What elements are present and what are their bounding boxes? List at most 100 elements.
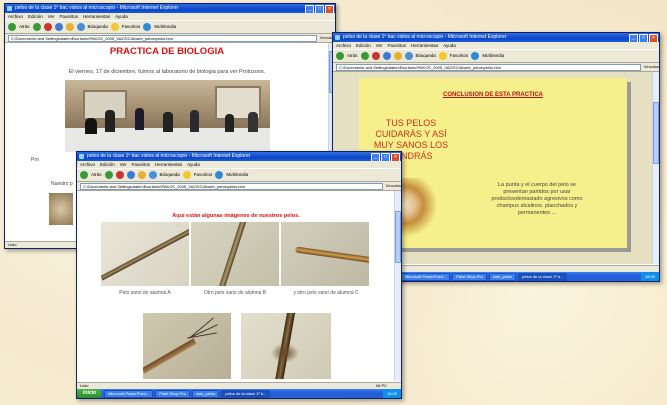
ie-icon <box>79 154 84 159</box>
menu-tools[interactable]: Herramientas <box>411 43 438 48</box>
menu-bar: Archivo Edición Ver Favoritos Herramientas Ay… <box>77 161 401 168</box>
hair-micrograph-a <box>101 222 189 286</box>
taskbar-item[interactable]: Microsoft PowerPoint... <box>104 389 154 398</box>
search-icon[interactable] <box>148 171 157 179</box>
minimize-button[interactable]: _ <box>305 5 314 13</box>
menu-help[interactable]: Ayuda <box>187 162 200 167</box>
maximize-button[interactable]: □ <box>639 34 648 42</box>
multimedia-label[interactable]: Multimedia <box>154 21 176 33</box>
address-input[interactable]: C:\Documents and Settings\dalen\Escritor… <box>336 63 641 71</box>
favorites-icon[interactable] <box>182 171 191 179</box>
scrollbar[interactable] <box>652 72 659 264</box>
menu-edit[interactable]: Edición <box>356 43 371 48</box>
address-input[interactable]: C:\Documents and Settings\dalen\Escritor… <box>8 34 317 42</box>
multimedia-label[interactable]: Multimedia <box>226 169 248 181</box>
taskbar-item[interactable]: pelos de la clase 1º b... <box>518 272 568 281</box>
maximize-button[interactable]: □ <box>315 5 324 13</box>
favorites-icon[interactable] <box>438 52 447 60</box>
menu-favorites[interactable]: Favoritos <box>60 14 79 19</box>
close-button[interactable]: × <box>391 153 400 161</box>
toolbar: Atrás Búsqueda Favoritos Multimedia <box>77 168 401 182</box>
search-label[interactable]: Búsqueda <box>88 21 108 33</box>
close-button[interactable]: × <box>325 5 334 13</box>
menu-tools[interactable]: Herramientas <box>155 162 182 167</box>
search-label[interactable]: Búsqueda <box>416 50 436 62</box>
menu-help[interactable]: Ayuda <box>443 43 456 48</box>
favorites-label[interactable]: Favoritos <box>122 21 141 33</box>
close-button[interactable]: × <box>649 34 658 42</box>
window-titlebar[interactable]: pelos de la clase 1º bac vistos al micro… <box>333 33 659 42</box>
menu-file[interactable]: Archivo <box>336 43 351 48</box>
multimedia-icon[interactable] <box>143 23 152 31</box>
back-label[interactable]: Atrás <box>19 21 30 33</box>
window-titlebar[interactable]: pelos de la clase 1º bac vistos al micro… <box>77 152 401 161</box>
favorites-icon[interactable] <box>110 23 119 31</box>
window-titlebar[interactable]: pelos de la clase 1º bac vistos al micro… <box>5 4 335 13</box>
minimize-button[interactable]: _ <box>371 153 380 161</box>
menu-file[interactable]: Archivo <box>80 162 95 167</box>
taskbar-item[interactable]: web_pelos <box>192 389 220 398</box>
menu-view[interactable]: Ver <box>376 43 383 48</box>
home-icon[interactable] <box>393 52 402 60</box>
address-bar: C:\Documents and Settings\dalen\Escritor… <box>5 34 335 43</box>
menu-tools[interactable]: Herramientas <box>83 14 110 19</box>
menu-bar: Archivo Edición Ver Favoritos Herramientas Ay… <box>5 13 335 20</box>
menu-file[interactable]: Archivo <box>8 14 23 19</box>
taskbar-item[interactable]: Paint Shop Pro <box>155 389 191 398</box>
favorites-label[interactable]: Favoritos <box>194 169 213 181</box>
minimize-button[interactable]: _ <box>629 34 638 42</box>
stop-icon[interactable] <box>115 171 124 179</box>
classroom-photo <box>65 80 270 152</box>
stop-icon[interactable] <box>43 23 52 31</box>
scrollbar[interactable] <box>394 191 401 381</box>
back-icon[interactable] <box>80 171 88 179</box>
search-label[interactable]: Búsqueda <box>160 169 180 181</box>
refresh-icon[interactable] <box>54 23 63 31</box>
maximize-button[interactable]: □ <box>381 153 390 161</box>
system-clock[interactable]: 16:05 <box>640 272 659 281</box>
search-icon[interactable] <box>404 52 413 60</box>
toolbar: Atrás Búsqueda Favoritos Multimedia <box>333 49 659 63</box>
back-icon[interactable] <box>336 52 344 60</box>
hair-micrograph-split-end <box>143 313 231 379</box>
back-label[interactable]: Atrás <box>347 50 358 62</box>
taskbar-item[interactable]: web_pelos <box>489 272 517 281</box>
back-icon[interactable] <box>8 23 16 31</box>
taskbar-item[interactable]: pelos de la clase 1º b... <box>221 389 271 398</box>
refresh-icon[interactable] <box>382 52 391 60</box>
hair-micrograph-b <box>191 222 279 286</box>
window-title: pelos de la clase 1º bac vistos al micro… <box>87 153 251 159</box>
multimedia-icon[interactable] <box>215 171 224 179</box>
home-icon[interactable] <box>65 23 74 31</box>
menu-view[interactable]: Ver <box>48 14 55 19</box>
back-label[interactable]: Atrás <box>91 169 102 181</box>
search-icon[interactable] <box>76 23 85 31</box>
forward-icon[interactable] <box>104 171 113 179</box>
taskbar-item[interactable]: Microsoft PowerPoint... <box>401 272 451 281</box>
links-label[interactable]: Vínculos <box>644 63 659 71</box>
forward-icon[interactable] <box>32 23 41 31</box>
multimedia-icon[interactable] <box>471 52 480 60</box>
multimedia-label[interactable]: Multimedia <box>482 50 504 62</box>
links-label[interactable]: Vínculos <box>386 182 401 190</box>
hair-micrograph-c <box>281 222 369 286</box>
menu-favorites[interactable]: Favoritos <box>388 43 407 48</box>
refresh-icon[interactable] <box>126 171 135 179</box>
address-input[interactable]: C:\Documents and Settings\dalen\Escritor… <box>80 182 383 190</box>
status-text: Listo <box>80 383 89 388</box>
menu-favorites[interactable]: Favoritos <box>132 162 151 167</box>
menu-view[interactable]: Ver <box>120 162 127 167</box>
stop-icon[interactable] <box>371 52 380 60</box>
start-button[interactable]: Inicio <box>77 389 103 398</box>
menu-edit[interactable]: Edición <box>28 14 43 19</box>
home-icon[interactable] <box>137 171 146 179</box>
system-clock[interactable]: 16:05 <box>382 389 401 398</box>
favorites-label[interactable]: Favoritos <box>450 50 469 62</box>
ie-icon <box>335 35 340 40</box>
taskbar-item[interactable]: Paint Shop Pro <box>452 272 488 281</box>
menu-edit[interactable]: Edición <box>100 162 115 167</box>
page-title: PRACTICA DE BIOLOGIA <box>109 46 225 57</box>
menu-help[interactable]: Ayuda <box>115 14 128 19</box>
page-content: Aquí están algunas imágenes de nuestros … <box>77 191 395 381</box>
forward-icon[interactable] <box>360 52 369 60</box>
